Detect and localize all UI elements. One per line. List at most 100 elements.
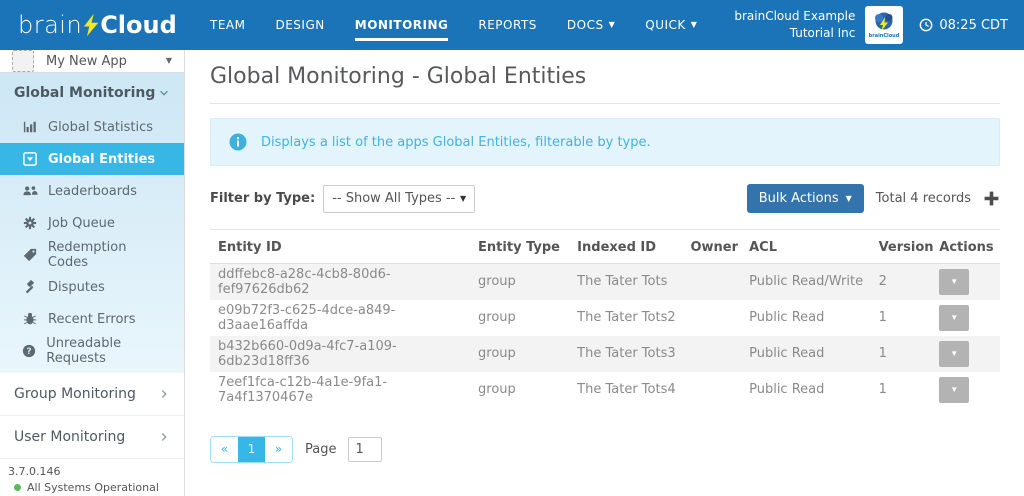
- cell-indexed-id: The Tater Tots: [577, 274, 668, 290]
- svg-text:brainCloud: brainCloud: [869, 33, 900, 39]
- main-content: Global Monitoring - Global Entities Disp…: [185, 50, 1024, 496]
- cell-owner: [690, 336, 749, 372]
- caret-square-down-icon: [22, 152, 38, 166]
- svg-text:?: ?: [27, 347, 32, 357]
- nav-quick[interactable]: QUICK ▼: [645, 10, 697, 41]
- main-nav: TEAM DESIGN MONITORING REPORTS DOCS ▼ QU…: [210, 10, 697, 41]
- add-entity-button[interactable]: [983, 190, 1000, 207]
- page: brain Cloud TEAM DESIGN MONITORING REPOR…: [0, 0, 1024, 496]
- sidebar-footer: 3.7.0.146 All Systems Operational: [0, 459, 184, 496]
- cell-version: 1: [878, 346, 887, 361]
- alert-text: Displays a list of the apps Global Entit…: [261, 134, 651, 150]
- type-filter-select[interactable]: -- Show All Types -- ▼: [323, 184, 476, 213]
- bulk-actions-button[interactable]: Bulk Actions ▼: [746, 184, 864, 213]
- sidebar-item-disputes[interactable]: Disputes: [0, 271, 184, 303]
- col-indexed-id: Indexed ID: [577, 232, 691, 264]
- section-label: User Monitoring: [14, 429, 126, 445]
- app-selector[interactable]: My New App ▼: [0, 50, 184, 73]
- cell-entity-type: group: [478, 274, 516, 290]
- sidebar-item-label: Job Queue: [48, 215, 115, 231]
- col-actions: Actions: [939, 232, 1000, 264]
- cell-owner: [690, 264, 749, 300]
- pagination-prev[interactable]: «: [211, 436, 238, 462]
- page-label: Page: [305, 441, 337, 457]
- info-alert: Displays a list of the apps Global Entit…: [210, 118, 1000, 166]
- pagination: « 1 » Page: [210, 435, 1000, 463]
- cell-entity-id: e09b72f3-c625-4dce-a849-d3aae16affda: [218, 302, 396, 333]
- brand-text-cloud: Cloud: [100, 11, 177, 39]
- clock-icon: [919, 18, 933, 32]
- sidebar-item-redemption-codes[interactable]: Redemption Codes: [0, 239, 184, 271]
- cell-entity-id: ddffebc8-a28c-4cb8-80d6-fef97626db62: [218, 266, 391, 297]
- row-actions-button[interactable]: ▼: [939, 376, 970, 403]
- col-version: Version: [878, 232, 940, 264]
- app-selector-label: My New App: [46, 53, 127, 69]
- bar-chart-icon: [22, 120, 38, 134]
- brand-text-brain: brain: [18, 11, 83, 39]
- total-records-label: Total 4 records: [875, 191, 971, 206]
- status-label: All Systems Operational: [27, 481, 159, 494]
- gear-icon: [22, 216, 38, 230]
- cell-owner: [690, 372, 749, 408]
- cell-entity-type: group: [478, 310, 516, 325]
- col-acl: ACL: [749, 232, 879, 264]
- cell-acl: Public Read: [749, 346, 825, 361]
- row-actions-button[interactable]: ▼: [939, 340, 970, 367]
- top-navbar: brain Cloud TEAM DESIGN MONITORING REPOR…: [0, 0, 1024, 50]
- sidebar-item-leaderboards[interactable]: Leaderboards: [0, 175, 184, 207]
- section-user-monitoring[interactable]: User Monitoring: [0, 416, 184, 459]
- col-entity-type: Entity Type: [478, 232, 578, 264]
- cell-indexed-id: The Tater Tots2: [577, 310, 676, 325]
- row-actions-button[interactable]: ▼: [939, 268, 970, 295]
- cell-version: 1: [878, 310, 887, 325]
- time-label: 08:25 CDT: [939, 17, 1008, 33]
- sidebar-item-job-queue[interactable]: Job Queue: [0, 207, 184, 239]
- section-group-monitoring[interactable]: Group Monitoring: [0, 373, 184, 416]
- type-filter-value: -- Show All Types --: [332, 191, 456, 206]
- filter-label: Filter by Type:: [210, 191, 316, 206]
- sidebar-item-global-entities[interactable]: Global Entities: [0, 143, 184, 175]
- caret-down-icon: ▼: [165, 56, 172, 65]
- table-header-row: Entity ID Entity Type Indexed ID Owner A…: [210, 232, 1000, 264]
- account-name: brainCloud Example Tutorial Inc: [734, 8, 855, 42]
- divider: [210, 229, 1000, 230]
- chevron-right-icon: [161, 433, 167, 441]
- sidebar: My New App ▼ Global Monitoring Global St…: [0, 50, 185, 496]
- account-line1: brainCloud Example: [734, 9, 856, 24]
- system-status: All Systems Operational: [8, 481, 176, 494]
- sidebar-item-unreadable-requests[interactable]: ? Unreadable Requests: [0, 335, 184, 367]
- account-line2: Tutorial Inc: [789, 26, 856, 40]
- nav-monitoring[interactable]: MONITORING: [354, 10, 449, 41]
- status-dot: [14, 484, 21, 491]
- bug-icon: [22, 312, 38, 326]
- tag-icon: [22, 248, 38, 262]
- table-row: 7eef1fca-c12b-4a1e-9fa1-7a4f1370467e gro…: [210, 372, 1000, 408]
- sidebar-item-label: Unreadable Requests: [46, 336, 122, 366]
- col-entity-id: Entity ID: [210, 232, 479, 264]
- section-global-monitoring[interactable]: Global Monitoring: [0, 73, 184, 111]
- nav-quick-label: QUICK: [645, 17, 686, 32]
- chevron-right-icon: [161, 390, 167, 398]
- page-title: Global Monitoring - Global Entities: [210, 64, 1000, 104]
- pagination-next[interactable]: »: [265, 436, 292, 462]
- section-label: Group Monitoring: [14, 386, 136, 402]
- cell-entity-id: 7eef1fca-c12b-4a1e-9fa1-7a4f1370467e: [218, 374, 388, 405]
- section-title: Global Monitoring: [14, 85, 156, 101]
- nav-docs[interactable]: DOCS ▼: [567, 10, 615, 41]
- table-row: e09b72f3-c625-4dce-a849-d3aae16affda gro…: [210, 300, 1000, 336]
- avatar[interactable]: brainCloud: [865, 6, 904, 44]
- nav-reports[interactable]: REPORTS: [478, 10, 537, 41]
- sidebar-item-recent-errors[interactable]: Recent Errors: [0, 303, 184, 335]
- nav-docs-label: DOCS: [566, 17, 604, 32]
- sidebar-item-label: Recent Errors: [48, 311, 136, 327]
- nav-team[interactable]: TEAM: [210, 10, 245, 41]
- nav-design[interactable]: DESIGN: [275, 10, 324, 41]
- page-number-input[interactable]: [348, 436, 383, 462]
- cell-indexed-id: The Tater Tots3: [577, 346, 676, 361]
- sidebar-item-global-statistics[interactable]: Global Statistics: [0, 111, 184, 143]
- sidebar-item-label: Leaderboards: [48, 183, 137, 199]
- pagination-page-1[interactable]: 1: [238, 436, 265, 462]
- row-actions-button[interactable]: ▼: [939, 304, 970, 331]
- table-row: b432b660-0d9a-4fc7-a109-6db23d18ff36 gro…: [210, 335, 1000, 372]
- brand-logo[interactable]: brain Cloud: [0, 11, 185, 39]
